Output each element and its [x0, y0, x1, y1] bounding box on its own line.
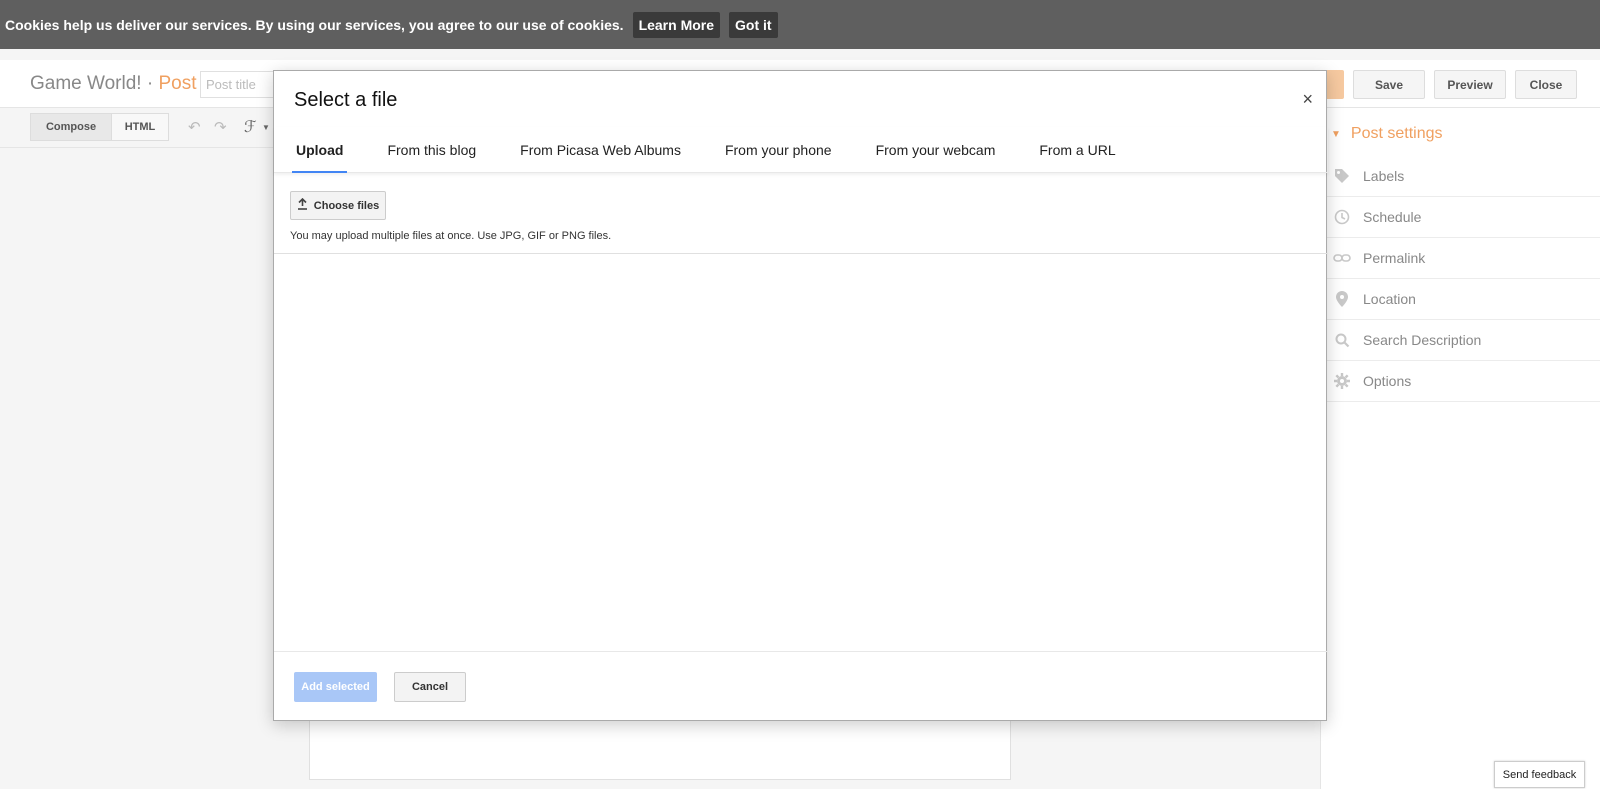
post-settings-header[interactable]: ▼ Post settings	[1331, 125, 1443, 143]
choose-files-label: Choose files	[313, 199, 380, 212]
label-icon	[1331, 168, 1353, 184]
close-icon[interactable]: ×	[1302, 89, 1313, 110]
select-file-dialog: Select a file × Upload From this blog Fr…	[273, 70, 1328, 721]
settings-item-label: Permalink	[1363, 250, 1426, 266]
tab-from-this-blog[interactable]: From this blog	[387, 127, 476, 173]
search-icon	[1331, 333, 1353, 348]
settings-item-permalink[interactable]: Permalink	[1321, 238, 1600, 279]
clock-icon	[1331, 209, 1353, 225]
tab-from-phone[interactable]: From your phone	[725, 127, 832, 173]
settings-item-label: Search Description	[1363, 332, 1482, 348]
settings-item-options[interactable]: Options	[1321, 361, 1600, 402]
settings-item-label: Labels	[1363, 168, 1405, 184]
compose-mode-button[interactable]: Compose	[30, 113, 112, 141]
learn-more-button[interactable]: Learn More	[632, 11, 721, 38]
settings-item-labels[interactable]: Labels	[1321, 156, 1600, 197]
location-pin-icon	[1331, 291, 1353, 307]
font-family-icon[interactable]: ℱ	[244, 117, 257, 137]
tab-upload[interactable]: Upload	[291, 127, 348, 173]
send-feedback-button[interactable]: Send feedback	[1494, 761, 1585, 788]
source-tabs: Upload From this blog From Picasa Web Al…	[274, 127, 1328, 173]
upload-icon	[297, 197, 308, 213]
save-button[interactable]: Save	[1353, 70, 1425, 99]
cookie-message: Cookies help us deliver our services. By…	[5, 16, 624, 33]
close-button[interactable]: Close	[1515, 70, 1577, 99]
preview-button[interactable]: Preview	[1434, 70, 1506, 99]
choose-files-button[interactable]: Choose files	[290, 191, 386, 220]
tab-from-webcam[interactable]: From your webcam	[876, 127, 996, 173]
html-mode-button[interactable]: HTML	[111, 113, 169, 141]
blog-name[interactable]: Game World!	[30, 73, 142, 94]
caret-down-icon: ▼	[1331, 128, 1341, 140]
add-selected-button[interactable]: Add selected	[294, 672, 377, 702]
link-icon	[1331, 252, 1353, 264]
tab-from-picasa[interactable]: From Picasa Web Albums	[520, 127, 681, 173]
post-settings-panel: ▼ Post settings Labels Schedule Permalin…	[1320, 108, 1600, 789]
tab-from-url[interactable]: From a URL	[1039, 127, 1115, 173]
settings-item-label: Options	[1363, 373, 1412, 389]
undo-icon[interactable]: ↶	[188, 118, 201, 136]
got-it-button[interactable]: Got it	[729, 11, 778, 38]
dialog-title: Select a file	[294, 89, 398, 111]
settings-item-search-description[interactable]: Search Description	[1321, 320, 1600, 361]
breadcrumb-separator: ·	[146, 73, 154, 94]
chevron-down-icon[interactable]: ▼	[262, 123, 270, 132]
footer-divider	[274, 651, 1328, 652]
cookie-bar: Cookies help us deliver our services. By…	[0, 0, 1600, 49]
settings-item-label: Location	[1363, 291, 1416, 307]
redo-icon[interactable]: ↷	[214, 118, 227, 136]
cancel-button[interactable]: Cancel	[394, 672, 466, 702]
settings-item-label: Schedule	[1363, 209, 1422, 225]
settings-item-schedule[interactable]: Schedule	[1321, 197, 1600, 238]
settings-list: Labels Schedule Permalink Location Searc…	[1321, 156, 1600, 402]
settings-item-location[interactable]: Location	[1321, 279, 1600, 320]
upload-hint: You may upload multiple files at once. U…	[290, 230, 612, 242]
post-settings-title: Post settings	[1350, 125, 1443, 142]
gear-icon	[1331, 373, 1353, 389]
post-title-input[interactable]: Post title	[200, 71, 280, 98]
divider	[274, 253, 1328, 254]
section-label: Post	[158, 73, 197, 94]
blog-breadcrumb: Game World! · Post	[30, 73, 197, 95]
